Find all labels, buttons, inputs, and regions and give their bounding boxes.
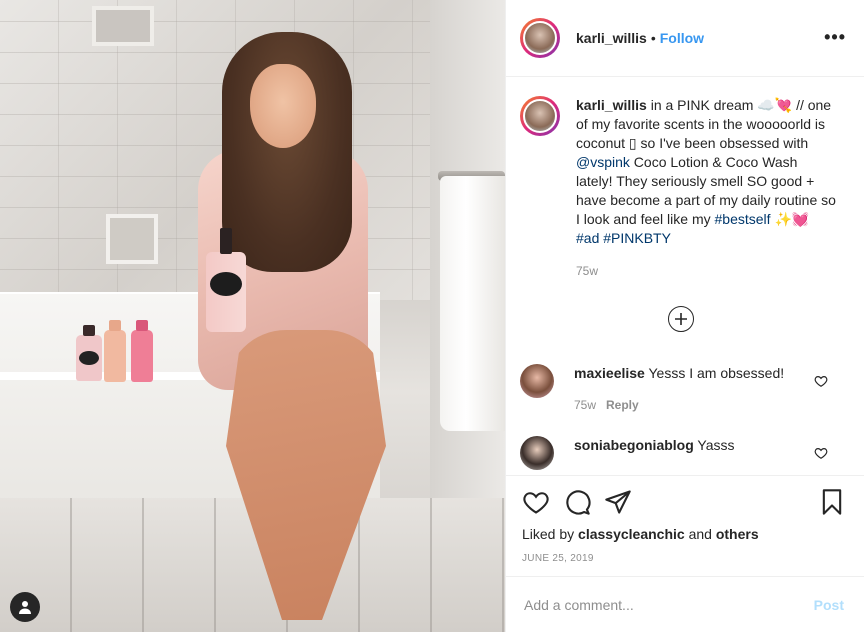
person-face [250,64,316,148]
likes-summary: Liked by classycleanchic and others [522,526,759,542]
comment-meta: 75w Reply [574,396,814,414]
comment-username[interactable]: maxieelise [574,365,645,381]
comment-like-heart-icon[interactable] [814,374,828,388]
add-comment-input[interactable] [522,596,786,614]
caption-emoji: ✨💓 [770,211,810,227]
wall-niche [106,214,158,264]
towel [440,176,505,431]
paper-plane-icon[interactable] [604,488,632,516]
product-bottle-2 [104,320,126,382]
plus-circle-icon [675,313,687,325]
product-bottle-1 [76,325,102,381]
header-username[interactable]: karli_willis [576,30,647,46]
instagram-post: karli_willis • Follow ••• karli_willis i… [0,0,864,632]
comment-body: maxieelise Yesss I am obsessed! 75w Reply [574,364,814,414]
product-bottle-3 [131,320,153,382]
follow-button[interactable]: Follow [660,30,704,46]
load-more-comments-button[interactable] [668,306,694,332]
post-caption: karli_willis in a PINK dream ☁️💘 // one … [520,96,850,281]
add-comment-bar: Post [506,576,864,633]
post-comment-button[interactable]: Post [814,597,844,613]
caption-timestamp[interactable]: 75w [576,262,836,281]
comment-timestamp[interactable]: 75w [574,398,596,412]
post-actions: Liked by classycleanchic and others JUNE… [506,475,864,576]
heart-icon[interactable] [522,488,550,516]
reply-button[interactable]: Reply [606,398,639,412]
comment-text: Yesss I am obsessed! [644,365,785,381]
comment-item: maxieelise Yesss I am obsessed! 75w Reply [520,364,850,414]
post-side-panel: karli_willis • Follow ••• karli_willis i… [505,0,864,632]
caption-avatar[interactable] [520,96,560,136]
avatar[interactable] [520,18,560,58]
likes-others[interactable]: others [716,526,759,542]
hashtag-bestself[interactable]: #bestself [715,211,771,227]
hashtag-ad[interactable]: #ad [576,230,599,246]
likes-prefix: Liked by [522,526,579,542]
caption-username[interactable]: karli_willis [576,97,647,113]
likes-mid: and [684,526,716,542]
likes-user[interactable]: classycleanchic [578,526,685,542]
comment-avatar[interactable] [520,364,554,398]
comment-item: soniabegoniablog Yasss [520,436,850,470]
comment-username[interactable]: soniabegoniablog [574,437,694,453]
wall-niche-top [92,6,154,46]
comment-text: Yasss [693,437,735,453]
comment-body: soniabegoniablog Yasss [574,436,814,470]
bookmark-icon[interactable] [818,488,846,516]
mention-link[interactable]: @vspink [576,154,630,170]
user-icon[interactable] [10,592,40,622]
post-photo[interactable] [0,0,505,632]
comment-like-heart-icon[interactable] [814,446,828,460]
lotion-bottle [206,228,246,332]
hashtag-pinkbty[interactable]: #PINKBTY [603,230,671,246]
comment-icon[interactable] [563,488,591,516]
more-options-button[interactable]: ••• [824,28,846,46]
post-date[interactable]: JUNE 25, 2019 [522,553,594,564]
separator-dot: • [650,30,656,46]
caption-body: karli_willis in a PINK dream ☁️💘 // one … [576,96,836,281]
comment-avatar[interactable] [520,436,554,470]
post-header: karli_willis • Follow ••• [506,0,864,77]
